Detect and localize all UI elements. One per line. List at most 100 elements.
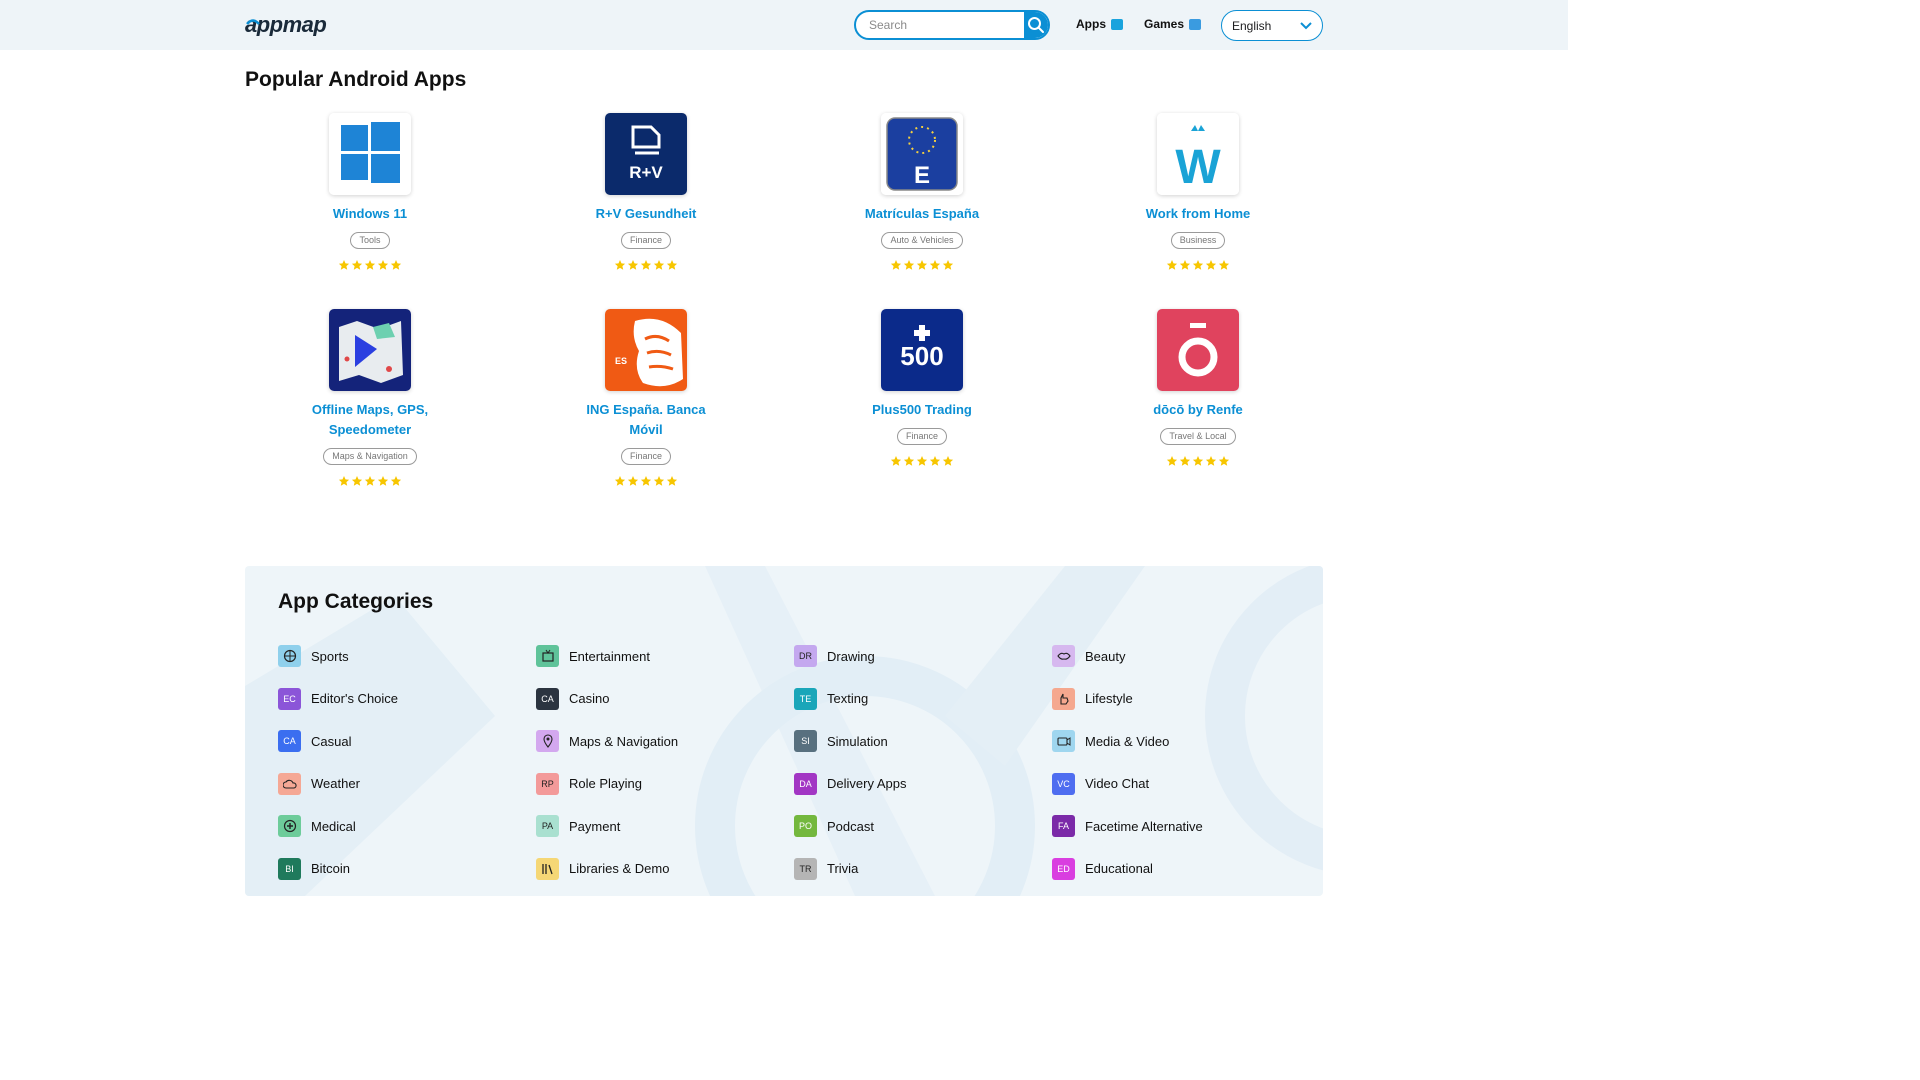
site-logo[interactable]: appmap [245,14,349,36]
app-name: dōcō by Renfe [1153,402,1243,417]
app-name: Matrículas España [864,206,980,221]
app-card[interactable]: R+V R+V Gesundheit Finance [508,113,784,270]
svg-text:R+V: R+V [629,163,663,182]
category-label: Bitcoin [311,861,351,876]
star-icon [640,474,652,486]
star-icon [390,258,402,270]
app-card[interactable]: Windows 11 Tools [232,113,508,270]
top-header: appmap Apps Games English [0,0,1568,50]
nav-apps-label: Apps [1076,17,1106,31]
nav-games-label: Games [1144,17,1185,31]
category-badge: FA [1052,815,1075,837]
star-icon [614,474,626,486]
app-category: Finance [896,428,948,445]
app-card[interactable]: 500 Plus500 Trading Finance [784,309,1060,466]
category-badge: TR [794,857,817,880]
category-badge: EC [278,687,301,710]
category-label: Casual [311,733,352,749]
svg-text:ES: ES [615,356,627,366]
plus500-icon: 500 [881,309,963,391]
category-item[interactable]: TR Trivia [794,857,858,880]
category-item[interactable]: Maps & Navigation [536,730,678,752]
category-item[interactable]: Medical [278,815,356,837]
category-item[interactable]: DR Drawing [794,645,875,667]
star-icon [1166,454,1178,466]
category-item[interactable]: TE Texting [794,687,868,710]
category-item[interactable]: DA Delivery Apps [794,772,906,795]
search-input[interactable] [856,12,1024,38]
svg-text:W: W [1175,141,1221,194]
star-icon [377,258,389,270]
apps-icon [1111,18,1123,30]
category-item[interactable]: FA Facetime Alternative [1052,815,1203,837]
nav-apps[interactable]: Apps [1076,17,1123,31]
app-card[interactable]: dōcō by Renfe Travel & Local [1060,309,1336,466]
category-item[interactable]: SI Simulation [794,730,888,752]
category-label: Payment [569,818,621,834]
star-icon [351,258,363,270]
app-name: Work from Home [1145,206,1251,221]
app-category: Finance [620,448,672,465]
rating-stars [614,474,678,486]
category-item[interactable]: PO Podcast [794,815,874,837]
category-item[interactable]: CA Casino [536,687,609,710]
rating-stars [890,258,954,270]
rating-stars [614,258,678,270]
tv-icon [536,645,559,667]
category-item[interactable]: Weather [278,772,360,795]
category-item[interactable]: BI Bitcoin [278,857,351,880]
video-icon [1052,730,1075,752]
category-item[interactable]: Entertainment [536,645,650,667]
category-label: Media & Video [1085,733,1170,749]
search-button[interactable] [1024,12,1048,38]
star-icon [942,454,954,466]
category-label: Medical [311,818,356,834]
ball-icon [278,645,301,667]
app-category: Finance [620,232,672,249]
games-icon [1189,18,1202,30]
category-badge: BI [278,857,301,880]
app-category: Maps & Navigation [323,448,417,465]
star-icon [916,258,928,270]
category-item[interactable]: PA Payment [536,815,620,837]
category-item[interactable]: VC Video Chat [1052,772,1149,795]
category-label: Lifestyle [1085,691,1133,706]
star-icon [338,474,350,486]
app-card[interactable]: ES ING España. Banca Móvil Finance [508,309,784,486]
category-label: Libraries & Demo [569,861,670,876]
star-icon [942,258,954,270]
offline-maps-icon [329,309,411,391]
star-icon [1166,258,1178,270]
category-item[interactable]: Sports [278,645,349,667]
star-icon [364,258,376,270]
category-badge: CA [536,687,559,710]
rv-icon: R+V [605,113,687,195]
category-item[interactable]: RP Role Playing [536,772,642,795]
eu-plate-icon: E [881,113,963,195]
category-badge: DA [794,772,817,795]
app-card[interactable]: W Work from Home Business [1060,113,1336,270]
star-icon [614,258,626,270]
category-label: Role Playing [569,776,642,791]
category-item[interactable]: EC Editor's Choice [278,687,398,710]
star-icon [1192,454,1204,466]
nav-games[interactable]: Games [1144,17,1202,31]
app-card[interactable]: E Matrículas España Auto & Vehicles [784,113,1060,270]
category-badge: VC [1052,772,1075,795]
category-item[interactable]: Lifestyle [1052,687,1133,710]
star-icon [1192,258,1204,270]
app-card[interactable]: Offline Maps, GPS, Speedometer Maps & Na… [232,309,508,486]
category-item[interactable]: CA Casual [278,730,351,752]
language-select[interactable]: English [1221,10,1323,41]
star-icon [627,258,639,270]
star-icon [1205,258,1217,270]
category-badge: PA [536,815,559,837]
category-badge: RP [536,772,559,795]
rating-stars [890,454,954,466]
category-item[interactable]: Libraries & Demo [536,857,670,880]
category-item[interactable]: ED Educational [1052,857,1153,880]
books-icon [536,857,559,880]
star-icon [916,454,928,466]
category-item[interactable]: Media & Video [1052,730,1169,752]
category-item[interactable]: Beauty [1052,645,1125,667]
